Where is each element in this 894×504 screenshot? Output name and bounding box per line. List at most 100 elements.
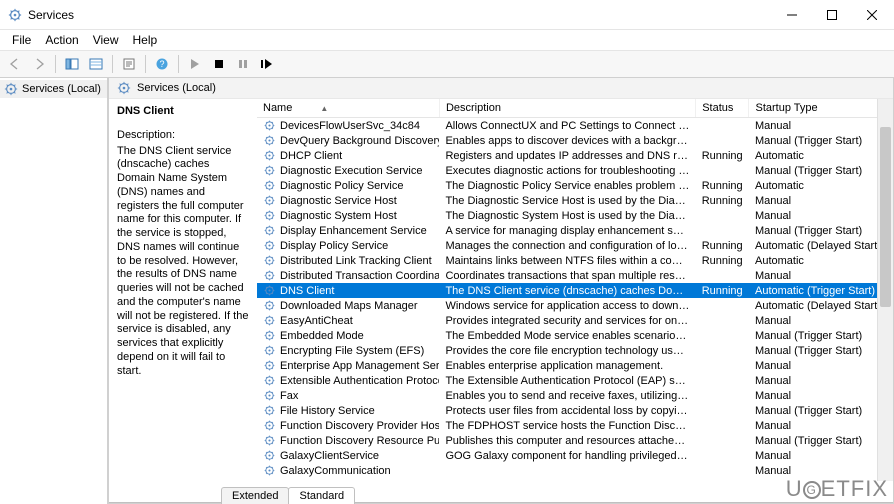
table-row[interactable]: GalaxyClientServiceGOG Galaxy component … <box>257 448 893 463</box>
service-icon <box>263 179 276 192</box>
service-description: Allows ConnectUX and PC Settings to Conn… <box>439 118 695 134</box>
table-row[interactable]: Diagnostic Policy ServiceThe Diagnostic … <box>257 178 893 193</box>
table-row[interactable]: Encrypting File System (EFS)Provides the… <box>257 343 893 358</box>
column-status[interactable]: Status <box>696 99 749 118</box>
vertical-scrollbar[interactable] <box>877 99 893 481</box>
table-row[interactable]: Diagnostic Execution ServiceExecutes dia… <box>257 163 893 178</box>
selected-service-name: DNS Client <box>117 105 249 119</box>
show-hide-tree-button[interactable] <box>61 53 83 75</box>
restart-service-button[interactable] <box>256 53 278 75</box>
help-button[interactable]: ? <box>151 53 173 75</box>
table-row[interactable]: File History ServiceProtects user files … <box>257 403 893 418</box>
table-row[interactable]: DevicesFlowUserSvc_34c84Allows ConnectUX… <box>257 118 893 134</box>
service-status <box>696 448 749 463</box>
service-status: Running <box>696 253 749 268</box>
service-startup: Manual <box>749 118 893 134</box>
maximize-button[interactable] <box>812 1 852 29</box>
menu-file[interactable]: File <box>6 31 37 49</box>
details-button[interactable] <box>85 53 107 75</box>
service-status <box>696 418 749 433</box>
service-description: Executes diagnostic actions for troubles… <box>439 163 695 178</box>
menu-action[interactable]: Action <box>39 31 84 49</box>
service-name: Encrypting File System (EFS) <box>280 345 424 357</box>
service-startup: Manual <box>749 448 893 463</box>
service-icon <box>263 209 276 222</box>
service-name: Distributed Link Tracking Client <box>280 255 432 267</box>
menu-view[interactable]: View <box>87 31 125 49</box>
service-startup: Automatic (Delayed Start) <box>749 238 893 253</box>
service-icon <box>263 389 276 402</box>
service-startup: Manual (Trigger Start) <box>749 403 893 418</box>
table-row[interactable]: Distributed Transaction CoordinatorCoord… <box>257 268 893 283</box>
service-description: Publishes this computer and resources at… <box>439 433 695 448</box>
service-status <box>696 223 749 238</box>
table-row[interactable]: DHCP Client Registers and updates IP addr… <box>257 148 893 163</box>
tab-standard[interactable]: Standard <box>288 487 355 504</box>
service-name: Downloaded Maps Manager <box>280 300 418 312</box>
service-name: Distributed Transaction Coordinator <box>280 270 439 282</box>
service-startup: Manual (Trigger Start) <box>749 223 893 238</box>
minimize-button[interactable] <box>772 1 812 29</box>
service-name: File History Service <box>280 405 375 417</box>
service-icon <box>263 164 276 177</box>
table-row[interactable]: Diagnostic Service HostThe Diagnostic Se… <box>257 193 893 208</box>
app-icon <box>8 8 22 22</box>
service-status <box>696 298 749 313</box>
back-button[interactable] <box>4 53 26 75</box>
table-row[interactable]: Function Discovery Provider HostThe FDPH… <box>257 418 893 433</box>
title-bar: Services <box>0 0 894 30</box>
service-status <box>696 358 749 373</box>
table-row[interactable]: Display Policy ServiceManages the connec… <box>257 238 893 253</box>
table-row[interactable]: Function Discovery Resource PublicationP… <box>257 433 893 448</box>
table-row[interactable]: EasyAntiCheatProvides integrated securit… <box>257 313 893 328</box>
services-list[interactable]: Name▲ Description Status Startup Type De… <box>257 99 893 481</box>
table-row[interactable]: Enterprise App Management ServiceEnables… <box>257 358 893 373</box>
service-icon <box>263 239 276 252</box>
column-description[interactable]: Description <box>439 99 695 118</box>
service-description: Enables apps to discover devices with a … <box>439 133 695 148</box>
tree-node-services-local[interactable]: Services (Local) <box>0 80 107 98</box>
service-description: The Diagnostic Service Host is used by t… <box>439 193 695 208</box>
table-row[interactable]: Display Enhancement ServiceA service for… <box>257 223 893 238</box>
service-status: Running <box>696 178 749 193</box>
table-row[interactable]: Downloaded Maps ManagerWindows service f… <box>257 298 893 313</box>
service-description: Registers and updates IP addresses and D… <box>439 148 695 163</box>
table-row[interactable]: DNS ClientThe DNS Client service (dnscac… <box>257 283 893 298</box>
forward-button[interactable] <box>28 53 50 75</box>
service-icon <box>263 299 276 312</box>
service-status <box>696 433 749 448</box>
description-heading: Description: <box>117 129 249 143</box>
column-name[interactable]: Name▲ <box>257 99 439 118</box>
scroll-thumb[interactable] <box>880 127 891 307</box>
service-description: Enables you to send and receive faxes, u… <box>439 388 695 403</box>
service-description: A service for managing display enhanceme… <box>439 223 695 238</box>
service-status <box>696 403 749 418</box>
tab-extended[interactable]: Extended <box>221 487 289 504</box>
table-row[interactable]: DevQuery Background Discovery BrokerEnab… <box>257 133 893 148</box>
table-row[interactable]: Distributed Link Tracking ClientMaintain… <box>257 253 893 268</box>
service-status <box>696 118 749 134</box>
service-startup: Automatic <box>749 178 893 193</box>
pause-service-button[interactable] <box>232 53 254 75</box>
start-service-button[interactable] <box>184 53 206 75</box>
service-startup: Manual (Trigger Start) <box>749 163 893 178</box>
column-startup-type[interactable]: Startup Type <box>749 99 893 118</box>
details-pane: Services (Local) DNS Client Description:… <box>108 78 894 504</box>
service-startup: Manual (Trigger Start) <box>749 343 893 358</box>
table-row[interactable]: Diagnostic System HostThe Diagnostic Sys… <box>257 208 893 223</box>
service-name: DHCP Client <box>280 150 342 162</box>
table-row[interactable]: FaxEnables you to send and receive faxes… <box>257 388 893 403</box>
stop-service-button[interactable] <box>208 53 230 75</box>
properties-button[interactable] <box>118 53 140 75</box>
table-row[interactable]: Extensible Authentication ProtocolThe Ex… <box>257 373 893 388</box>
service-status <box>696 133 749 148</box>
service-startup: Manual <box>749 208 893 223</box>
service-description: Manages the connection and configuration… <box>439 238 695 253</box>
table-row[interactable]: Embedded ModeThe Embedded Mode service e… <box>257 328 893 343</box>
menu-help[interactable]: Help <box>127 31 164 49</box>
close-button[interactable] <box>852 1 892 29</box>
table-row[interactable]: GalaxyCommunicationManual <box>257 463 893 478</box>
service-name: GalaxyClientService <box>280 450 379 462</box>
main-area: Services (Local) Services (Local) DNS Cl… <box>0 78 894 504</box>
service-icon <box>263 284 276 297</box>
